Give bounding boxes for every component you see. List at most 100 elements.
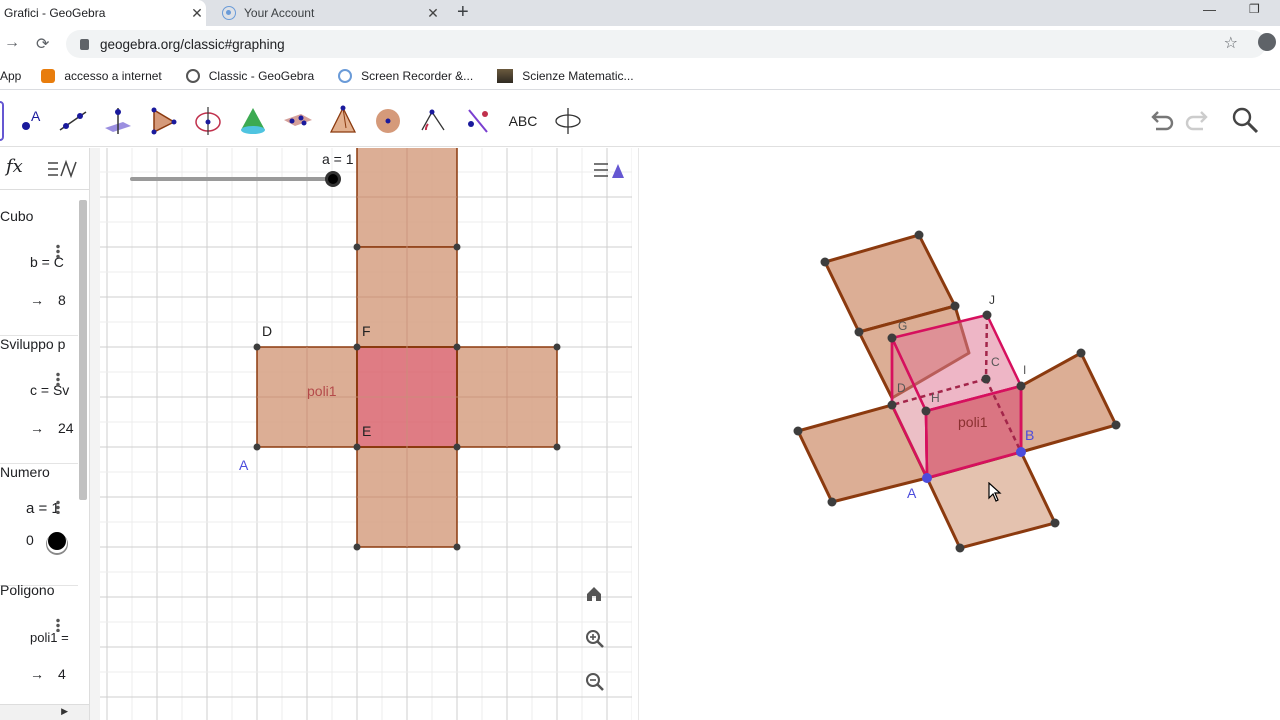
cube-vertex — [955, 543, 965, 553]
cube-vertex — [887, 333, 897, 343]
bookmark-accesso[interactable]: accesso a internet — [41, 68, 162, 83]
circle-axis-tool-icon[interactable] — [188, 101, 228, 141]
zoom-out-icon[interactable] — [585, 672, 611, 698]
net-vertex — [253, 443, 261, 451]
entry-definition: poli1 = — [30, 630, 69, 645]
polygon-label-poli1: poli1 — [307, 383, 337, 399]
slider-knob[interactable] — [48, 532, 66, 550]
point-label-D: D — [262, 323, 273, 339]
browser-toolbar: → ⟳ geogebra.org/classic#graphing ☆ — [0, 26, 1280, 62]
lock-icon — [80, 38, 89, 50]
cone-tool-icon[interactable] — [233, 101, 273, 141]
graphics-3d-canvas[interactable] — [639, 148, 1280, 720]
address-bar[interactable]: geogebra.org/classic#graphing — [66, 30, 1266, 58]
point-label-J: J — [989, 293, 995, 307]
net-vertex — [453, 543, 461, 551]
pyramid-tool-icon[interactable] — [323, 101, 363, 141]
entry-menu-icon[interactable] — [56, 372, 60, 386]
rotate-view-tool-icon[interactable] — [548, 101, 588, 141]
slider-label: a = 1 — [322, 151, 354, 167]
maximize-icon[interactable]: ❐ — [1249, 2, 1260, 16]
cube-vertex — [820, 257, 830, 267]
bookmark-label: App — [0, 68, 22, 83]
arrow-icon: → — [30, 666, 44, 682]
url-text: geogebra.org/classic#graphing — [100, 36, 285, 52]
sphere-tool-icon[interactable] — [368, 101, 408, 141]
entry-definition: c = Sv — [30, 382, 70, 398]
entry-menu-icon[interactable] — [56, 244, 60, 258]
angle-tool-icon[interactable] — [413, 101, 453, 141]
graphics-view-2d[interactable]: a = 1 D F E A poli1 — [100, 148, 632, 720]
algebra-view: fx Cubo b = C → 8 Sviluppo p c = Sv → 24… — [0, 148, 90, 720]
algebra-entry-a[interactable]: a = 1 0 — [0, 490, 78, 586]
cube-vertex — [982, 310, 992, 320]
lock-icon — [41, 68, 56, 83]
text-tool-icon[interactable]: ABC — [503, 101, 543, 141]
search-icon[interactable] — [1230, 105, 1260, 138]
recorder-icon — [338, 68, 353, 83]
forward-arrow-icon[interactable]: → — [4, 34, 20, 52]
bookmark-label: Scienze Matematic... — [522, 68, 634, 83]
bookmark-screen-recorder[interactable]: Screen Recorder &... — [338, 68, 474, 83]
text-tool-label: ABC — [508, 113, 538, 129]
algebra-entry-b[interactable]: b = C → 8 — [0, 234, 78, 336]
entry-result: 4 — [58, 666, 66, 682]
bookmark-scienze[interactable]: Scienze Matematic... — [497, 68, 634, 83]
plane-tool-icon[interactable] — [278, 101, 318, 141]
bookmark-app[interactable]: App — [0, 69, 21, 83]
algebra-scrollbar[interactable] — [79, 200, 87, 500]
home-icon[interactable] — [585, 585, 611, 611]
entry-menu-icon[interactable] — [56, 500, 60, 514]
tab-title: Your Account — [244, 6, 315, 20]
entry-menu-icon[interactable] — [56, 618, 60, 632]
graphics-view-3d[interactable]: J G C I D H A B poli1 — [638, 148, 1280, 720]
entry-definition: a = 1 — [26, 500, 60, 517]
algebra-entry-poli1[interactable]: poli1 = → 4 — [0, 608, 78, 710]
algebra-h-scrollbar[interactable]: ▶ — [0, 704, 89, 720]
polygon-tool-icon[interactable] — [143, 101, 183, 141]
category-sviluppo: Sviluppo p — [0, 336, 66, 352]
entry-result: 8 — [58, 292, 66, 308]
net-vertex — [353, 543, 361, 551]
polygon-label-poli1-3d: poli1 — [958, 414, 988, 430]
tab-close-icon[interactable]: ✕ — [188, 5, 206, 22]
fx-button[interactable]: fx — [6, 156, 23, 177]
point-label-B3: B — [1025, 427, 1035, 443]
point-tool-icon[interactable]: A — [10, 101, 50, 141]
category-numero: Numero — [0, 464, 50, 480]
new-tab-plus-icon[interactable]: + — [457, 1, 469, 24]
bookmark-label: Screen Recorder &... — [361, 68, 474, 83]
perpendicular-plane-tool-icon[interactable] — [98, 101, 138, 141]
net-vertex — [353, 243, 361, 251]
bookmark-star-icon[interactable]: ☆ — [1224, 33, 1238, 53]
zoom-in-icon[interactable] — [585, 629, 611, 655]
redo-icon[interactable] — [1183, 105, 1213, 138]
scroll-right-icon[interactable]: ▶ — [61, 706, 68, 717]
move-tool-icon[interactable] — [0, 101, 4, 141]
bookmarks-bar: App accesso a internet Classic - GeoGebr… — [0, 62, 1280, 90]
line-tool-icon[interactable] — [53, 101, 93, 141]
cube-vertex — [1016, 381, 1026, 391]
reflect-tool-icon[interactable] — [458, 101, 498, 141]
bookmark-classic-geogebra[interactable]: Classic - GeoGebra — [185, 68, 314, 83]
net-vertex — [453, 443, 461, 451]
graphing-style-icon[interactable] — [46, 158, 78, 183]
algebra-entry-c[interactable]: c = Sv → 24 — [0, 362, 78, 464]
net-vertex — [453, 243, 461, 251]
undo-icon[interactable] — [1146, 105, 1176, 138]
arrow-icon: → — [30, 292, 44, 308]
profile-avatar-icon[interactable] — [1258, 33, 1276, 51]
tab-geogebra[interactable]: Grafici - GeoGebra ✕ — [0, 0, 206, 26]
split-handle[interactable] — [90, 148, 100, 720]
minimize-icon[interactable]: — — [1203, 2, 1216, 17]
reload-icon[interactable]: ⟳ — [36, 34, 49, 54]
tab-close-icon[interactable]: ✕ — [424, 5, 442, 22]
tab-your-account[interactable]: Your Account ✕ — [212, 0, 442, 26]
point-label-A3: A — [907, 485, 917, 501]
tab-title: Grafici - GeoGebra — [4, 6, 106, 20]
point-label-D3: D — [897, 381, 906, 395]
cube-vertex — [827, 497, 837, 507]
cube-vertex — [1050, 518, 1060, 528]
cube-vertex — [921, 406, 931, 416]
browser-tab-strip: Grafici - GeoGebra ✕ Your Account ✕ + — … — [0, 0, 1280, 26]
